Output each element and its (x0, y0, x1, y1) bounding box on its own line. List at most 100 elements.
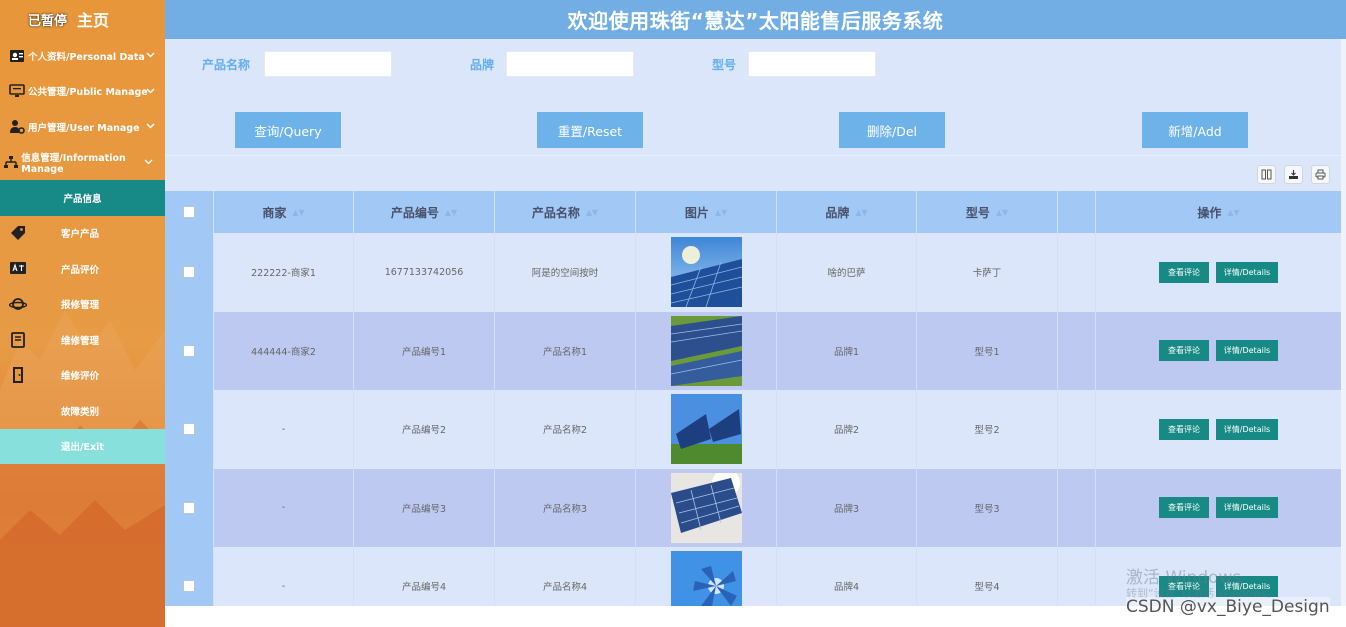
row-checkbox[interactable] (183, 344, 195, 357)
column-title: 产品名称 (531, 205, 580, 220)
sidebar-item-label: 维修管理 (61, 335, 100, 347)
table-row: - 产品编号3 产品名称3 品牌3 型号3 查看评论 详情/Details (165, 468, 1342, 547)
sidebar: 已暂停 主页 个人资料/Personal Data 公共管理/Public Ma… (0, 0, 165, 627)
column-header-brand[interactable]: 品牌 ▲▼ (777, 191, 917, 233)
sidebar-item-fault-category[interactable]: 故障类别 (0, 393, 165, 429)
sidebar-item-repair-request[interactable]: 报修管理 (0, 287, 165, 323)
details-button[interactable]: 详情/Details (1216, 340, 1278, 362)
delete-button[interactable]: 删除/Del (839, 112, 945, 148)
select-all-checkbox[interactable] (183, 206, 195, 218)
details-button[interactable]: 详情/Details (1216, 418, 1278, 440)
tag-icon (8, 224, 28, 242)
sort-icon: ▲▼ (714, 207, 728, 217)
details-button[interactable]: 详情/Details (1216, 497, 1278, 519)
menu-personal-data[interactable]: 个人资料/Personal Data (0, 38, 165, 74)
sidebar-item-exit[interactable]: 退出/Exit (0, 428, 165, 464)
translate-icon (8, 260, 28, 278)
export-icon[interactable] (1284, 165, 1303, 184)
sidebar-item-maintenance[interactable]: 维修管理 (0, 322, 165, 358)
column-toggle-icon[interactable] (1257, 165, 1276, 184)
column-header-model[interactable]: 型号 ▲▼ (917, 191, 1058, 233)
sidebar-item-maintenance-review[interactable]: 维修评价 (0, 358, 165, 394)
column-title: 型号 (965, 205, 990, 220)
menu-user-manage[interactable]: 用户管理/User Manage (0, 109, 165, 145)
table-row: - 产品编号2 产品名称2 品牌2 型号2 查看评论 详情/Details (165, 390, 1342, 469)
view-reviews-button[interactable]: 查看评论 (1159, 497, 1209, 519)
details-button[interactable]: 详情/Details (1216, 261, 1278, 283)
product-name-cell: 阿是的空间按时 (495, 233, 636, 312)
product-code-cell: 产品编号3 (354, 468, 495, 547)
column-title: 商家 (262, 205, 287, 220)
model-cell: 型号3 (917, 468, 1058, 547)
sidebar-item-customer-product[interactable]: 客户产品 (0, 216, 165, 252)
column-header-product-code[interactable]: 产品编号 ▲▼ (354, 191, 495, 233)
row-select-cell (165, 390, 214, 469)
sort-icon: ▲▼ (444, 207, 458, 217)
image-cell (636, 390, 777, 469)
csdn-credit: CSDN @vx_Biye_Design (1126, 597, 1330, 617)
product-image[interactable] (670, 472, 742, 543)
actions-cell: 查看评论 详情/Details (1096, 233, 1342, 312)
product-name-input[interactable] (264, 51, 392, 77)
sort-icon: ▲▼ (585, 207, 599, 217)
brand-cell: 品牌3 (777, 468, 917, 547)
blank-cell (1058, 390, 1096, 469)
image-cell (636, 468, 777, 547)
sidebar-item-product-info[interactable]: 产品信息 (0, 180, 165, 216)
row-checkbox[interactable] (183, 501, 195, 514)
row-checkbox[interactable] (183, 266, 195, 279)
sort-icon: ▲▼ (855, 207, 868, 217)
view-reviews-button[interactable]: 查看评论 (1159, 340, 1209, 362)
chevron-down-icon (146, 86, 155, 97)
product-name-cell: 产品名称3 (495, 468, 636, 547)
sidebar-item-label: 维修评价 (61, 371, 100, 383)
table-row: 444444-商家2 产品编号1 产品名称1 品牌1 型号1 查看评论 详情/De… (165, 311, 1342, 390)
column-title: 产品编号 (390, 205, 439, 220)
brand-input[interactable] (506, 51, 634, 77)
table-row: 222222-商家1 1677133742056 阿是的空间按时 啥的巴萨 卡萨… (165, 233, 1342, 312)
book-icon (8, 331, 28, 349)
row-select-cell (165, 233, 214, 312)
sitemap-icon (2, 154, 19, 170)
column-header-merchant[interactable]: 商家 ▲▼ (214, 191, 354, 233)
image-cell (636, 311, 777, 390)
home-link[interactable]: 主页 (77, 7, 109, 31)
chevron-down-icon (146, 121, 155, 132)
main-content: 产品名称 品牌 型号 查询/Query 重置/Reset 删除/Del 新增/A… (165, 39, 1346, 627)
model-cell: 卡萨丁 (917, 233, 1058, 312)
sort-icon: ▲▼ (292, 207, 305, 217)
query-button[interactable]: 查询/Query (235, 112, 341, 148)
column-header-image[interactable]: 图片 ▲▼ (636, 191, 777, 233)
view-reviews-button[interactable]: 查看评论 (1159, 261, 1209, 283)
page-scrollbar[interactable] (1341, 39, 1346, 606)
actions-cell: 查看评论 详情/Details (1096, 311, 1342, 390)
menu-public-manage[interactable]: 公共管理/Public Manage (0, 74, 165, 110)
row-checkbox[interactable] (183, 423, 195, 436)
section-divider (165, 155, 1346, 156)
menu-information-manage[interactable]: 信息管理/Information Manage (0, 145, 165, 181)
product-image[interactable] (670, 394, 742, 465)
product-image[interactable] (670, 237, 742, 308)
merchant-cell: 444444-商家2 (214, 311, 354, 390)
column-title: 品牌 (825, 205, 850, 220)
actions-cell: 查看评论 详情/Details (1096, 468, 1342, 547)
user-gear-icon (8, 119, 26, 135)
product-image[interactable] (670, 315, 742, 386)
column-header-product-name[interactable]: 产品名称 ▲▼ (495, 191, 636, 233)
add-button[interactable]: 新增/Add (1142, 112, 1248, 148)
sidebar-item-product-review[interactable]: 产品评价 (0, 251, 165, 287)
row-checkbox[interactable] (183, 580, 195, 593)
print-icon[interactable] (1311, 165, 1330, 184)
chevron-down-icon (144, 157, 153, 168)
select-all-cell (165, 191, 214, 233)
model-input[interactable] (748, 51, 876, 77)
sidebar-item-label: 产品信息 (63, 193, 102, 205)
table-toolbar (1257, 165, 1330, 184)
brand-label: 品牌 (470, 58, 495, 72)
profile-card-icon (8, 48, 26, 64)
merchant-cell: - (214, 468, 354, 547)
column-header-actions[interactable]: 操作 ▲▼ (1096, 191, 1342, 233)
view-reviews-button[interactable]: 查看评论 (1159, 418, 1209, 440)
reset-button[interactable]: 重置/Reset (537, 112, 643, 148)
chevron-down-icon (146, 50, 155, 61)
